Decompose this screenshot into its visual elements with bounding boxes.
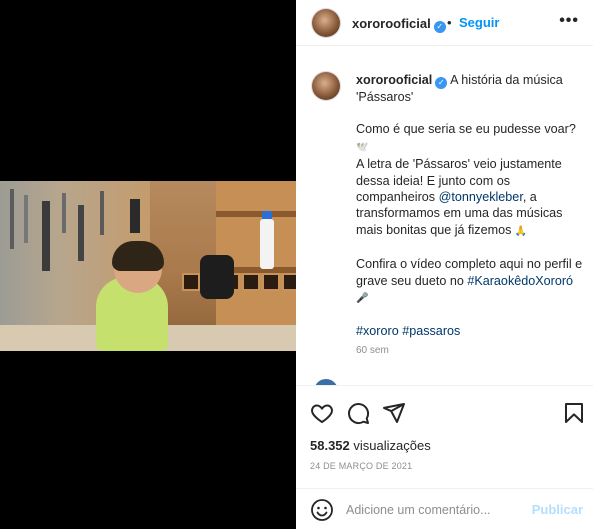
media-panel xyxy=(0,0,296,529)
smile-icon[interactable] xyxy=(310,498,334,522)
comment-icon[interactable] xyxy=(346,401,370,425)
video-cubby xyxy=(182,273,200,291)
follow-button[interactable]: Seguir xyxy=(459,15,499,30)
separator-dot: • xyxy=(447,15,452,30)
video-tool xyxy=(10,189,14,249)
video-tool xyxy=(78,205,84,261)
caption-time-ago[interactable]: 60 sem xyxy=(356,345,389,356)
post-header: xororooficial ✓ • Seguir ••• xyxy=(296,0,593,46)
caption-paragraph-2: Confira o vídeo completo aqui no perfil … xyxy=(356,256,588,307)
caption-avatar[interactable] xyxy=(312,72,340,100)
video-tool xyxy=(62,193,66,233)
caption-hashtags: #xororo #passaros xyxy=(356,323,588,339)
comments-section[interactable]: xororooficial ✓ A história da música 'Pás… xyxy=(296,47,593,385)
caption-line-1: Como é que seria se eu pudesse voar? xyxy=(356,122,576,137)
bookmark-icon[interactable] xyxy=(562,401,586,425)
username-link[interactable]: xororooficial xyxy=(352,16,431,31)
video-bottle xyxy=(260,219,274,269)
video-person-hair xyxy=(112,241,164,271)
publish-button[interactable]: Publicar xyxy=(532,502,583,517)
mention-link[interactable]: @tonnyekleber xyxy=(439,190,523,204)
add-comment-bar: Publicar xyxy=(296,488,593,529)
caption-username[interactable]: xororooficial xyxy=(356,73,432,87)
video-cubby xyxy=(242,273,260,291)
post-video[interactable] xyxy=(0,181,296,351)
header-user: xororooficial ✓ xyxy=(352,15,446,33)
video-jacket xyxy=(200,255,234,299)
avatar[interactable] xyxy=(312,9,340,37)
video-tool xyxy=(42,201,50,271)
caption-paragraph-1: Como é que seria se eu pudesse voar? 🕊️ … xyxy=(356,121,588,240)
hashtag-xororo[interactable]: #xororo xyxy=(356,324,399,338)
microphone-icon: 🎤 xyxy=(356,293,369,305)
video-tool xyxy=(100,191,104,235)
views-number: 58.352 xyxy=(310,438,350,453)
video-tool xyxy=(24,195,28,243)
verified-icon: ✓ xyxy=(435,77,448,89)
heart-icon[interactable] xyxy=(310,401,334,425)
pray-icon: 🙏 xyxy=(514,225,528,237)
hashtag-karaoke[interactable]: #KaraokêdoXororó xyxy=(467,274,573,288)
dove-icon: 🕊️ xyxy=(356,141,369,153)
video-tool xyxy=(130,199,140,233)
comment-input[interactable] xyxy=(346,501,526,519)
views-label: visualizações xyxy=(353,438,431,453)
share-icon[interactable] xyxy=(382,401,406,425)
video-cubby xyxy=(262,273,280,291)
post-date[interactable]: 24 DE MARÇO DE 2021 xyxy=(310,461,412,471)
post-actions: 58.352 visualizações 24 DE MARÇO DE 2021 xyxy=(296,385,593,485)
post-panel: xororooficial ✓ • Seguir ••• xororooficia… xyxy=(296,0,593,529)
video-cubby xyxy=(282,273,296,291)
video-shelf-row xyxy=(216,211,296,217)
more-options-icon[interactable]: ••• xyxy=(559,12,579,30)
verified-icon: ✓ xyxy=(433,21,446,33)
views-count[interactable]: 58.352 visualizações xyxy=(310,438,431,453)
caption-title-line: xororooficial ✓ A história da música 'Pás… xyxy=(356,72,588,105)
hashtag-passaros[interactable]: #passaros xyxy=(402,324,460,338)
post-caption: xororooficial ✓ A história da música 'Pás… xyxy=(356,72,588,356)
